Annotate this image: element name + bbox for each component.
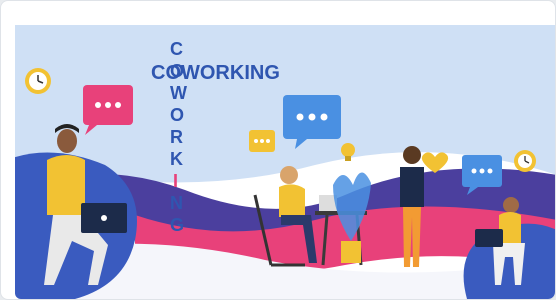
vertical-letter: W [170, 83, 187, 103]
vertical-letter: R [170, 127, 183, 147]
vertical-letter: G [170, 215, 184, 235]
coworking-illustration: C O W O R K I N G COWORKING [15, 15, 555, 299]
vertical-letter: N [170, 193, 183, 213]
clock-icon [25, 68, 51, 94]
vertical-letter: O [170, 105, 184, 125]
vertical-letter: K [170, 149, 183, 169]
vertical-letter: C [170, 39, 183, 59]
horizontal-word: COWORKING [151, 62, 280, 84]
image-card: C O W O R K I N G COWORKING [0, 0, 556, 300]
clock-icon [514, 150, 536, 172]
chat-bubble-icon [249, 130, 275, 152]
vertical-letter: I [173, 171, 178, 191]
